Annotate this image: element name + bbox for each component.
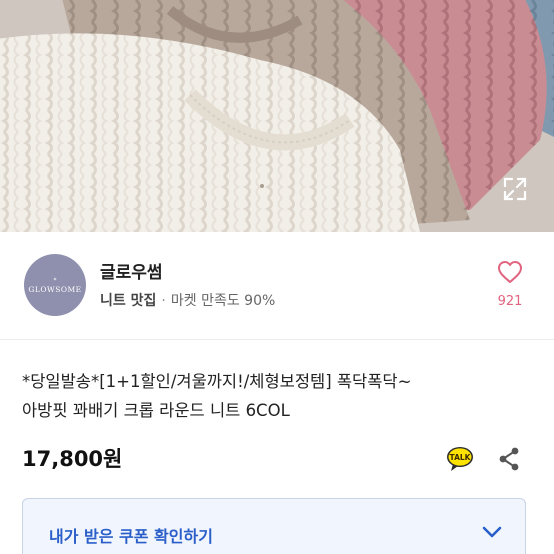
logo-text: GLOWSOME [28,284,82,294]
store-meta: 니트 맛집 · 마켓 만족도 90% [100,290,275,310]
kakao-talk-button[interactable]: TALK [446,446,474,472]
store-info-row[interactable]: * GLOWSOME 글로우썸 니트 맛집 · 마켓 만족도 90% 921 [0,232,554,340]
share-button[interactable] [497,446,521,472]
expand-icon [503,177,527,201]
expand-image-button[interactable] [498,172,532,206]
talk-label: TALK [450,453,472,462]
product-title: *당일발송*[1+1할인/겨울까지!/체형보정템] 폭닥폭닥~ 아방핏 꽈배기 … [22,367,537,425]
store-logo[interactable]: * GLOWSOME [24,254,86,316]
like-button[interactable]: 921 [488,260,532,309]
sweater-photo [0,0,554,232]
product-title-line-2: 아방핏 꽈배기 크롭 라운드 니트 6COL [22,401,290,420]
heart-icon [498,261,522,283]
product-price: 17,800원 [22,447,123,471]
like-count: 921 [497,294,523,309]
logo-mark: * [53,276,57,284]
product-title-line-1: *당일발송*[1+1할인/겨울까지!/체형보정템] 폭닥폭닥~ [22,372,412,391]
kakao-talk-icon: TALK [447,447,473,471]
store-category: 니트 맛집 [100,293,157,309]
share-icon [499,447,519,471]
product-hero-image[interactable] [0,0,554,232]
coupon-check-button[interactable]: 내가 받은 쿠폰 확인하기 [22,498,526,554]
market-satisfaction: 마켓 만족도 90% [170,293,276,309]
coupon-label: 내가 받은 쿠폰 확인하기 [49,527,213,546]
chevron-down-icon [482,526,502,538]
meta-separator: · [161,293,166,309]
store-name[interactable]: 글로우썸 [100,258,163,283]
